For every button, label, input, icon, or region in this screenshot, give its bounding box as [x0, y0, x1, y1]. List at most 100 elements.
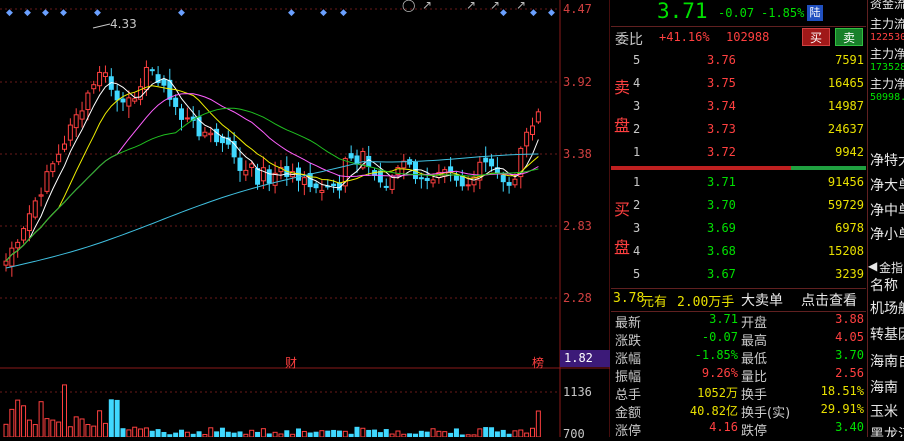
event-diamond-icon[interactable]: ◆ [60, 8, 67, 18]
volume-bar [108, 399, 114, 437]
volume-bar [360, 427, 366, 437]
candle-body [255, 168, 261, 185]
event-diamond-icon[interactable]: ◆ [42, 8, 49, 18]
big-order-unit: 元有 [641, 295, 668, 310]
candle-body [173, 97, 179, 107]
event-diamond-icon[interactable]: ◆ [6, 8, 13, 18]
candle-body [21, 228, 27, 241]
event-diamond-icon[interactable]: ◆ [288, 8, 295, 18]
sell-button[interactable]: 卖 [835, 28, 863, 46]
ask-row[interactable]: 4 3.75 16465 [611, 72, 866, 95]
event-diamond-icon[interactable]: ◆ [500, 8, 507, 18]
event-diamond-icon[interactable]: ◆ [320, 8, 327, 18]
ma-line [5, 107, 539, 262]
volume-bar [530, 427, 535, 437]
y-tick: 3.92 [563, 75, 592, 89]
candle-body [535, 111, 541, 123]
event-list-label[interactable]: 榜 [532, 354, 544, 371]
volume-bar [319, 430, 325, 437]
stat-value: 4.05 [835, 330, 864, 344]
bid-price: 3.69 [707, 221, 736, 235]
event-diamond-icon[interactable]: ◆ [340, 8, 347, 18]
volume-bar [91, 425, 97, 437]
candle-body [202, 131, 208, 137]
period-high-label: 4.33 [110, 17, 137, 31]
event-diamond-icon[interactable]: ◆ [178, 8, 185, 18]
ask-row[interactable]: 5 3.76 7591 [611, 49, 866, 72]
event-diamond-icon[interactable]: ◆ [24, 8, 31, 18]
volume-bar [301, 430, 307, 437]
candle-body [237, 157, 243, 171]
circle-icon[interactable]: ◯ [402, 0, 415, 12]
candle-body [430, 179, 436, 184]
flow-label[interactable]: 净特大 [870, 150, 904, 170]
order-ratio-row: 委比 +41.16% 102988 买 卖 [611, 26, 866, 49]
bid-price: 3.71 [707, 175, 736, 189]
sector-item[interactable]: 转基因 [870, 324, 904, 344]
sector-item[interactable]: 海南 [870, 377, 898, 397]
flow-label[interactable]: 净小单 [870, 224, 904, 244]
volume-bars [3, 384, 541, 437]
event-finance-label[interactable]: 财 [285, 354, 297, 371]
volume-bar [296, 428, 301, 437]
strip-item-value: 173528 [870, 62, 904, 73]
ask-row[interactable]: 2 3.73 24637 [611, 118, 866, 141]
buy-button[interactable]: 买 [802, 28, 830, 46]
candle-body [50, 163, 56, 173]
candle-body [313, 183, 319, 189]
flow-label[interactable]: 净大单 [870, 175, 904, 195]
price-change: -0.07 [718, 6, 755, 20]
volume-bar [500, 429, 506, 437]
arrow-icon[interactable]: ↗ [466, 0, 476, 12]
volume-bar [489, 427, 495, 437]
bid-row[interactable]: 4 3.68 15208 [611, 240, 866, 263]
event-diamond-icon[interactable]: ◆ [94, 8, 101, 18]
bid-book: 买 盘 1 3.71 91456 2 3.70 59729 3 3.69 697… [611, 171, 866, 287]
big-order-price: 3.78 [613, 291, 645, 306]
arrow-icon[interactable]: ↗ [422, 0, 432, 12]
bid-row[interactable]: 1 3.71 91456 [611, 171, 866, 194]
bid-row[interactable]: 3 3.69 6978 [611, 217, 866, 240]
volume-bar [196, 431, 202, 437]
ask-price: 3.76 [707, 53, 736, 67]
volume-bar [483, 427, 489, 437]
volume-bar [342, 430, 348, 437]
sector-item[interactable]: 玉米 [870, 401, 898, 421]
volume-bar [143, 427, 149, 437]
volume-bar [512, 430, 518, 437]
strip-item-value: 50998. [870, 92, 904, 103]
volume-bar [73, 416, 79, 437]
candle-body [489, 158, 495, 167]
candles [3, 60, 541, 277]
stat-row: 最新 3.71 开盘 3.88 [611, 311, 866, 331]
big-order-view-link[interactable]: 点击查看 [801, 290, 857, 310]
sector-item[interactable]: 海南自 [870, 351, 904, 371]
sector-item[interactable]: 机场航 [870, 298, 904, 318]
stat-value: -0.07 [701, 330, 738, 344]
volume-bar [313, 431, 319, 437]
event-diamond-icon[interactable]: ◆ [530, 8, 537, 18]
volume-bar [97, 410, 103, 437]
ask-row[interactable]: 1 3.72 9942 [611, 141, 866, 164]
event-diamond-icon[interactable]: ◆ [548, 8, 555, 18]
arrow-icon[interactable]: ↗ [516, 0, 526, 12]
candle-body [424, 178, 430, 181]
volume-bar [21, 405, 27, 437]
arrow-icon[interactable]: ↗ [490, 0, 500, 12]
flow-label[interactable]: 净中单 [870, 200, 904, 220]
ask-volume: 7591 [835, 53, 864, 67]
ask-row[interactable]: 3 3.74 14987 [611, 95, 866, 118]
volume-bar [307, 432, 313, 437]
bid-level: 5 [633, 267, 641, 281]
sector-head[interactable]: 金指 [879, 259, 903, 276]
kline-chart[interactable] [0, 0, 610, 437]
candle-body [44, 171, 50, 192]
bid-row[interactable]: 2 3.70 59729 [611, 194, 866, 217]
bid-row[interactable]: 5 3.67 3239 [611, 263, 866, 286]
candle-body [97, 71, 103, 87]
stat-row: 涨幅 -1.85% 最低 3.70 [611, 347, 866, 367]
sector-item[interactable]: 黑龙江 [870, 424, 904, 437]
kline-chart-area[interactable]: ◯ ↗ ↗ ↗ ↗ ◆ ◆ ◆ ◆ ◆ ◆ ◆ ◆ ◆ ◆ ◆ ◆ 4.33 4… [0, 0, 610, 441]
caret-left-icon[interactable]: ◀ [868, 259, 877, 273]
candle-body [500, 174, 506, 183]
